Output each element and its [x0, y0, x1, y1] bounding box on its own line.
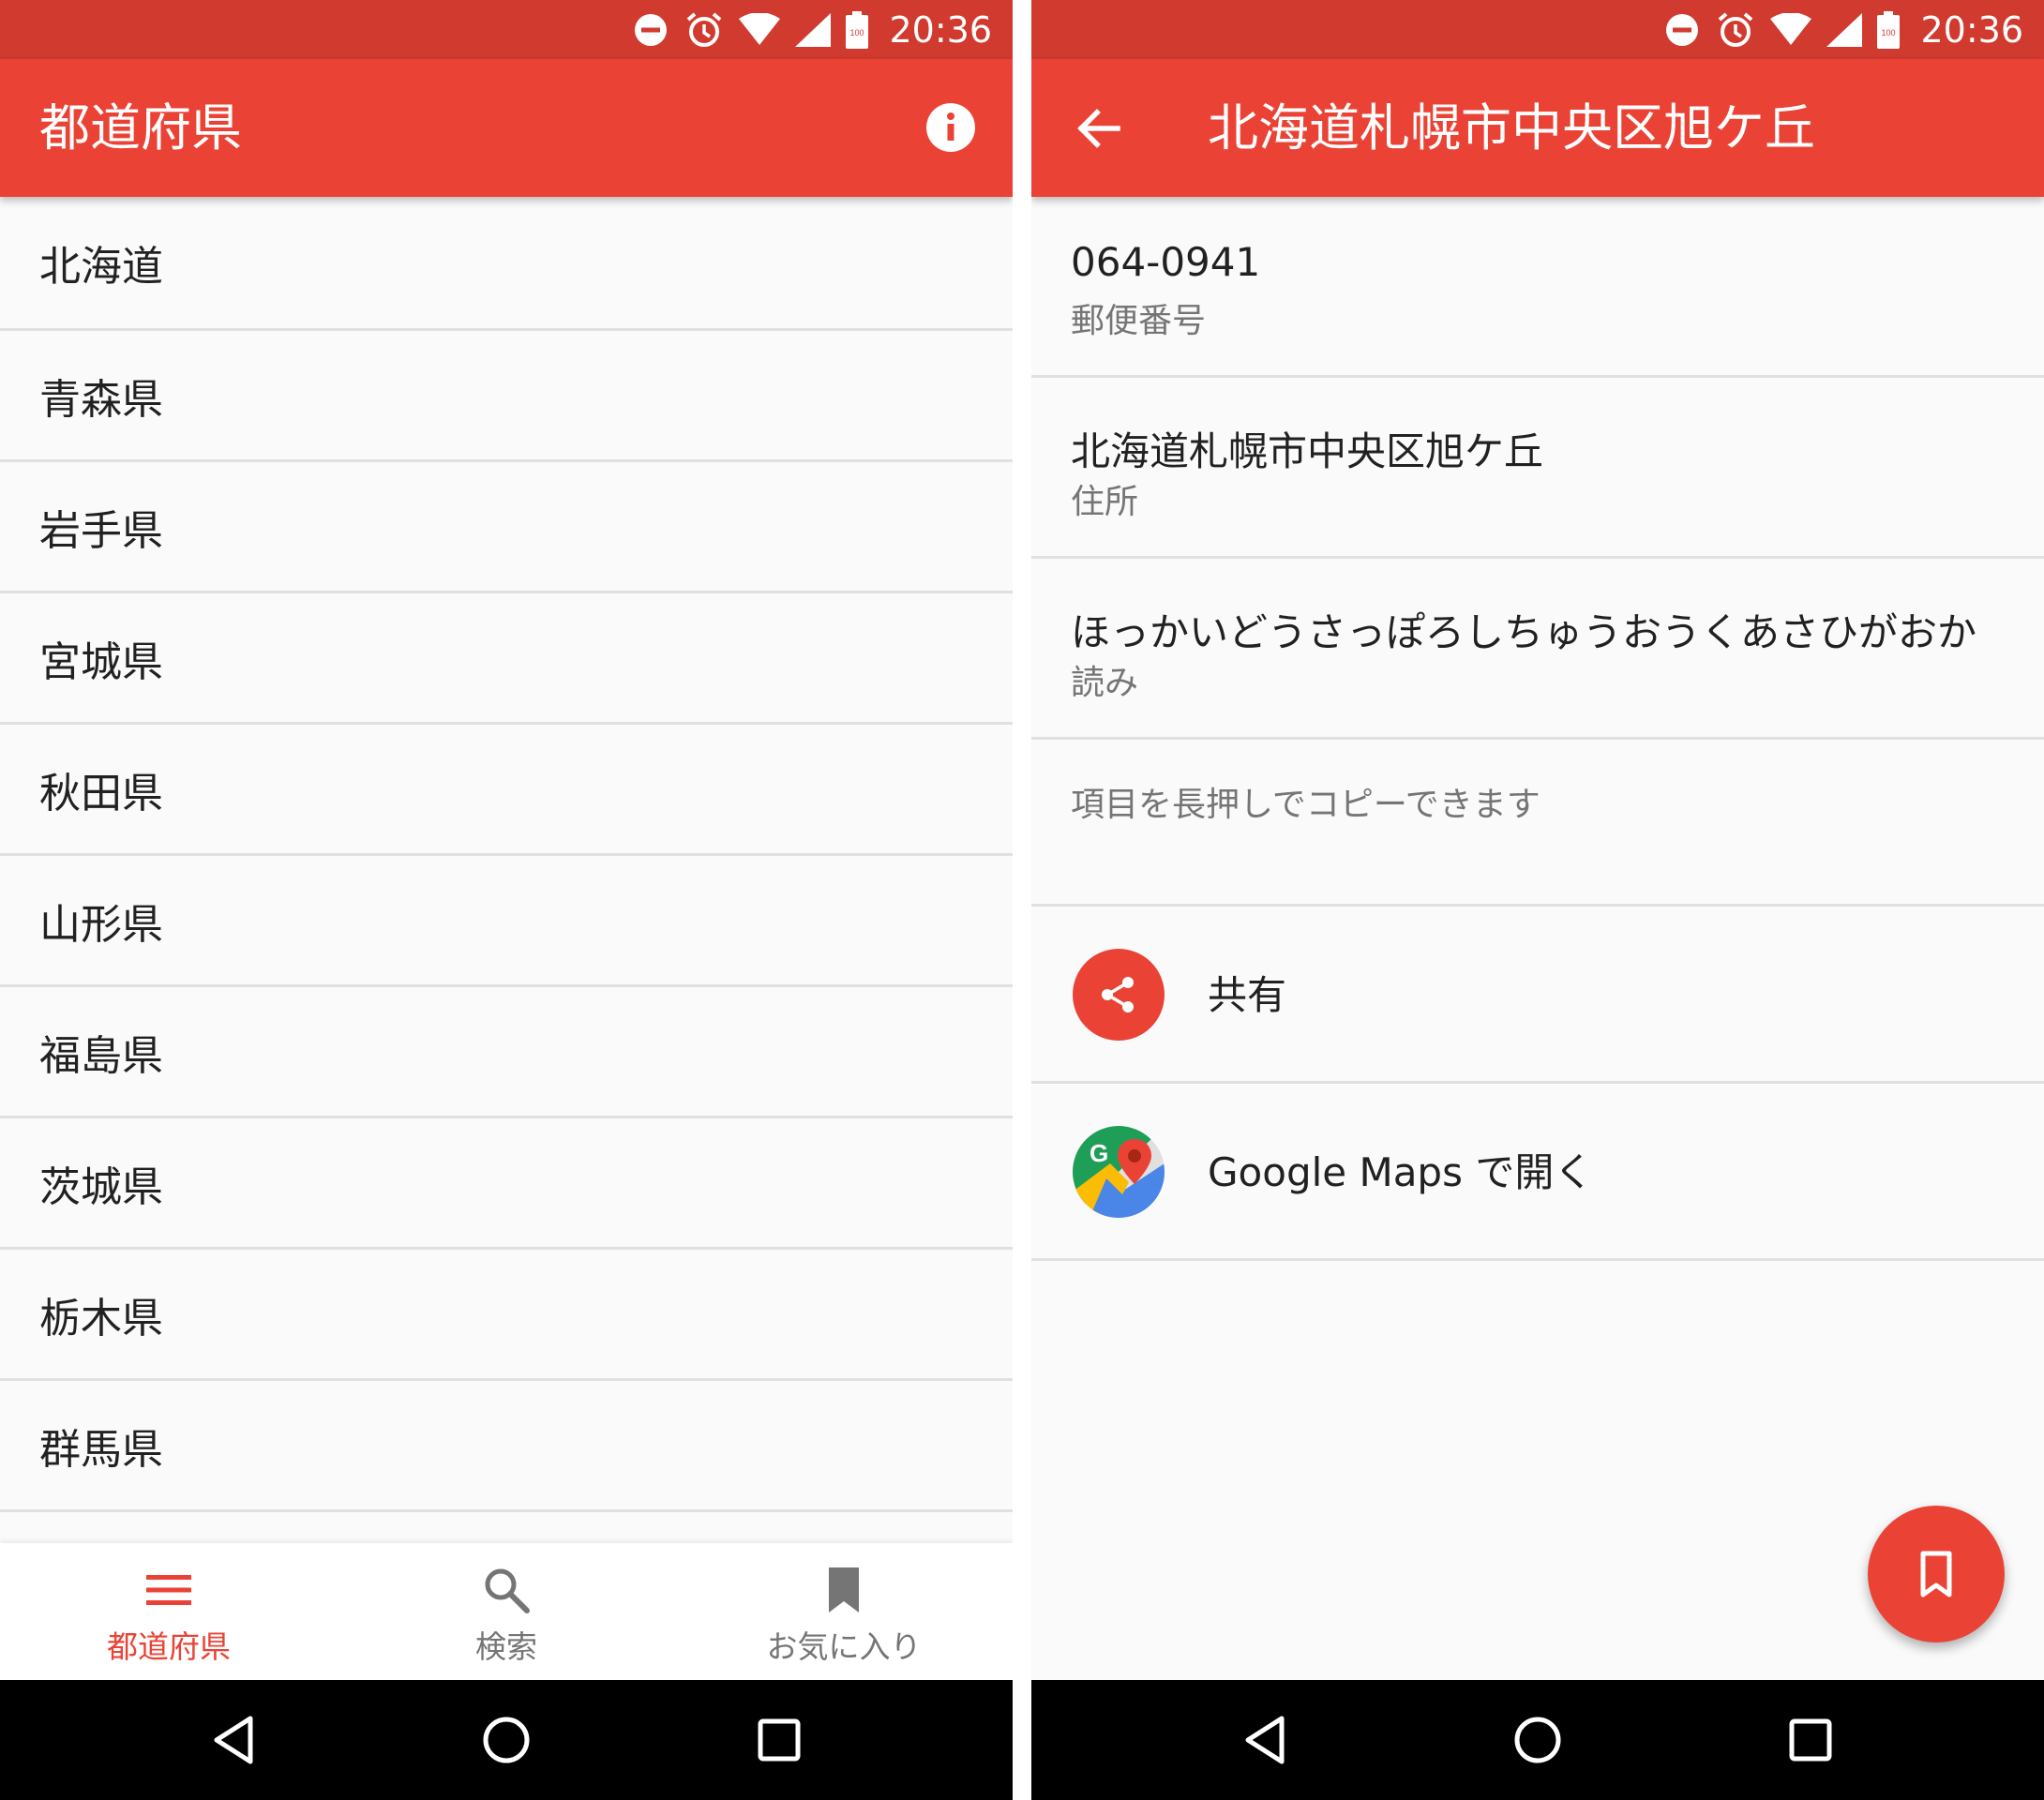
alarm-icon	[684, 10, 724, 50]
search-icon	[485, 1568, 530, 1613]
tab-label: 検索	[475, 1628, 537, 1665]
list-item[interactable]: 北海道	[0, 197, 1013, 331]
svg-text:G: G	[1090, 1139, 1108, 1167]
detail-list: 064-0941 郵便番号 北海道札幌市中央区旭ケ丘 住所 ほっかいどうさっぽろ…	[1031, 197, 2044, 1261]
list-item[interactable]: 宮城県	[0, 593, 1013, 725]
tab-label: お気に入り	[766, 1628, 922, 1665]
tab-prefectures[interactable]: 都道府県	[0, 1543, 338, 1680]
list-item[interactable]: 福島県	[0, 987, 1013, 1118]
prefecture-list-screen: 100 20:36 都道府県 北海道 青森県 岩手県 宮城県 秋田県 山形県 福…	[0, 0, 1013, 1800]
share-label: 共有	[1208, 972, 1287, 1018]
address-detail-screen: 100 20:36 北海道札幌市中央区旭ケ丘 064-0941 郵便番号 北海道…	[1031, 0, 2044, 1800]
battery-icon: 100	[846, 10, 869, 49]
list-item[interactable]: 茨城県	[0, 1118, 1013, 1250]
bottom-navigation: 都道府県 検索 お気に入り	[0, 1543, 1013, 1680]
share-icon	[1073, 949, 1165, 1041]
battery-icon: 100	[1877, 10, 1901, 49]
tab-favorites[interactable]: お気に入り	[675, 1543, 1013, 1680]
reading-value: ほっかいどうさっぽろしちゅうおうくあさひがおか	[1071, 609, 1977, 655]
bookmark-icon	[829, 1568, 859, 1612]
back-button[interactable]	[1071, 100, 1127, 157]
list-item[interactable]: 栃木県	[0, 1250, 1013, 1381]
reading-label: 読み	[1071, 664, 1139, 702]
copy-hint-text: 項目を長押しでコピーできます	[1071, 786, 1541, 824]
bookmark-icon	[1920, 1551, 1952, 1598]
open-google-maps-label: Google Maps で開く	[1208, 1149, 1594, 1195]
menu-icon	[146, 1575, 191, 1605]
app-bar: 都道府県	[0, 59, 1013, 197]
address-label: 住所	[1071, 483, 1139, 521]
app-bar: 北海道札幌市中央区旭ケ丘	[1031, 59, 2044, 197]
svg-text:100: 100	[1882, 28, 1896, 38]
postal-code-label: 郵便番号	[1071, 302, 1207, 340]
share-action[interactable]: 共有	[1031, 907, 2044, 1084]
wifi-icon	[1770, 12, 1812, 47]
info-button[interactable]	[924, 101, 977, 154]
list-item[interactable]: 群馬県	[0, 1381, 1013, 1512]
page-title: 北海道札幌市中央区旭ケ丘	[1208, 98, 1815, 158]
address-row[interactable]: 北海道札幌市中央区旭ケ丘 住所	[1031, 378, 2044, 559]
status-bar: 100 20:36	[0, 0, 1013, 59]
svg-text:100: 100	[850, 28, 864, 38]
signal-icon	[795, 12, 832, 47]
wifi-icon	[739, 12, 781, 47]
address-value: 北海道札幌市中央区旭ケ丘	[1071, 428, 1544, 474]
alarm-icon	[1716, 10, 1755, 50]
prefecture-list: 北海道 青森県 岩手県 宮城県 秋田県 山形県 福島県 茨城県 栃木県 群馬県	[0, 197, 1013, 1512]
page-title: 都道府県	[39, 98, 242, 158]
nav-recents-icon[interactable]	[1788, 1718, 1833, 1762]
dnd-icon	[632, 11, 669, 49]
list-item[interactable]: 山形県	[0, 856, 1013, 987]
tab-search[interactable]: 検索	[338, 1543, 675, 1680]
info-icon	[926, 103, 975, 152]
list-item[interactable]: 青森県	[0, 331, 1013, 462]
list-item[interactable]: 岩手県	[0, 462, 1013, 593]
tab-label: 都道府県	[107, 1628, 231, 1665]
nav-back-icon[interactable]	[211, 1715, 256, 1765]
nav-home-icon[interactable]	[481, 1715, 532, 1765]
bookmark-fab[interactable]	[1868, 1506, 2005, 1642]
status-time: 20:36	[1920, 8, 2023, 51]
google-maps-icon: G	[1073, 1126, 1165, 1218]
list-item[interactable]: 秋田県	[0, 725, 1013, 856]
back-arrow-icon	[1077, 109, 1120, 148]
nav-recents-icon[interactable]	[757, 1718, 802, 1762]
system-navigation-bar	[1031, 1680, 2044, 1800]
postal-code-row[interactable]: 064-0941 郵便番号	[1031, 197, 2044, 378]
nav-back-icon[interactable]	[1242, 1715, 1287, 1765]
postal-code-value: 064-0941	[1071, 239, 1261, 285]
copy-hint-row: 項目を長押しでコピーできます	[1031, 740, 2044, 907]
system-navigation-bar	[0, 1680, 1013, 1800]
nav-home-icon[interactable]	[1512, 1715, 1563, 1765]
signal-icon	[1826, 12, 1863, 47]
dnd-icon	[1663, 11, 1701, 49]
status-bar: 100 20:36	[1031, 0, 2044, 59]
status-time: 20:36	[889, 8, 992, 51]
reading-row[interactable]: ほっかいどうさっぽろしちゅうおうくあさひがおか 読み	[1031, 559, 2044, 740]
open-google-maps-action[interactable]: G Google Maps で開く	[1031, 1084, 2044, 1261]
